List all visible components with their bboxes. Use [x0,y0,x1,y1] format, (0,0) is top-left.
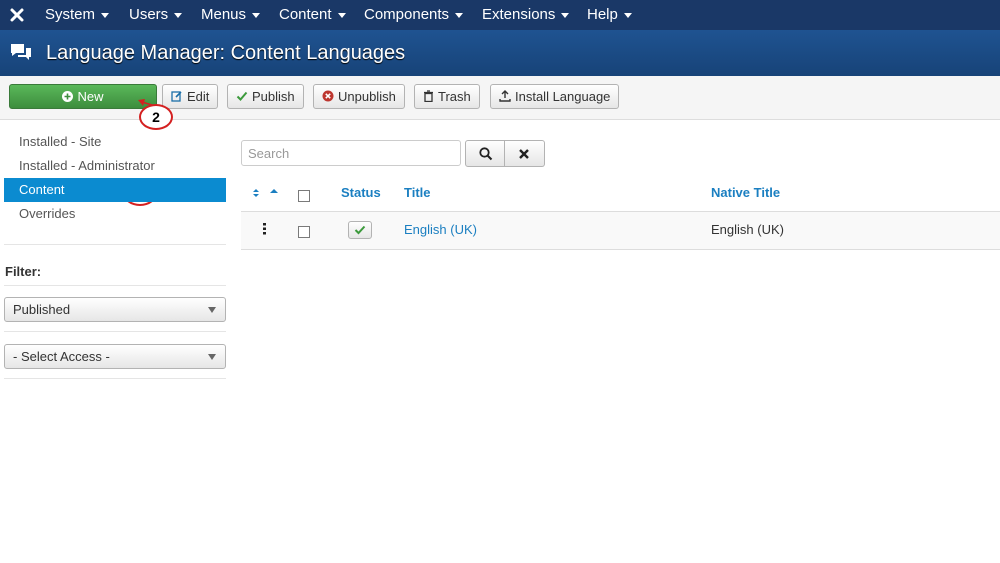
filter-label: Filter: [5,264,42,279]
access-filter-select[interactable]: - Select Access - [4,344,226,369]
row-title-link[interactable]: English (UK) [404,222,477,237]
ordering-sort-icon[interactable] [251,187,281,199]
sidebar-item-installed-site[interactable]: Installed - Site [4,130,226,154]
status-filter-select[interactable]: Published [4,297,226,322]
native-title-column-header[interactable]: Native Title [711,185,780,200]
row-checkbox[interactable] [298,226,310,238]
check-icon [354,225,366,235]
select-arrow-icon [208,307,216,313]
sidebar-divider [4,331,226,332]
callout-arrows [115,99,153,194]
annotation-callout-2: 2 [139,104,173,130]
search-input[interactable] [241,140,461,166]
clear-search-button[interactable] [505,140,545,167]
close-icon [519,149,529,159]
sidebar-divider [4,244,226,245]
select-all-checkbox[interactable] [298,190,310,202]
sidebar-item-overrides[interactable]: Overrides [4,202,226,226]
search-button[interactable] [465,140,505,167]
search-icon [479,147,493,161]
status-column-header[interactable]: Status [341,185,381,200]
status-toggle-button[interactable] [348,221,372,239]
select-arrow-icon [208,354,216,360]
sidebar-item-installed-administrator[interactable]: Installed - Administrator [4,154,226,178]
row-native-title: English (UK) [711,222,784,237]
sidebar-item-content[interactable]: Content [4,178,226,202]
sidebar-divider [4,285,226,286]
sidebar-divider [4,378,226,379]
drag-handle-icon[interactable] [262,223,267,235]
title-column-header[interactable]: Title [404,185,431,200]
